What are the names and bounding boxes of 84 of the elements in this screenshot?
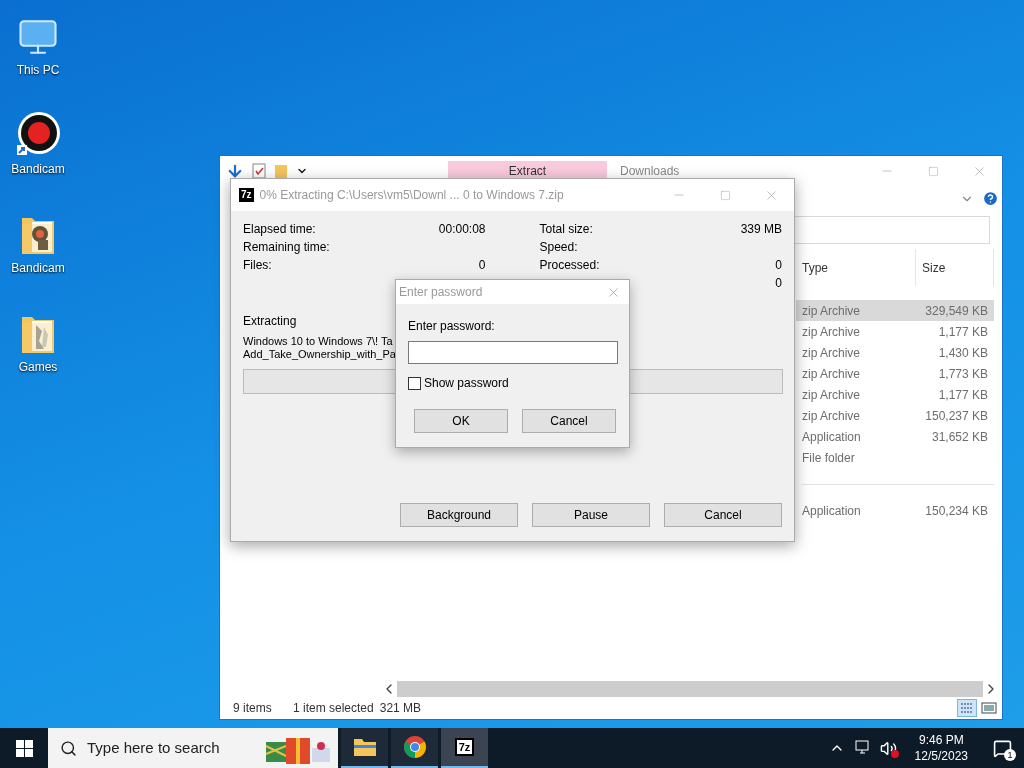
file-row[interactable]: Application 150,234 KB: [796, 500, 994, 521]
desktop-icon-label[interactable]: Bandicam: [11, 160, 65, 178]
network-icon[interactable]: [853, 740, 872, 756]
file-type: zip Archive: [801, 344, 862, 362]
file-row[interactable]: zip Archive 1,430 KB: [796, 342, 994, 363]
file-size: 329,549 KB: [924, 302, 988, 320]
file-type: Application: [801, 502, 862, 520]
selection-info: 1 item selected: [293, 700, 374, 717]
checkbox-label[interactable]: Show password: [424, 374, 509, 392]
file-size: 31,652 KB: [930, 428, 988, 446]
stat-value: 339 MB: [740, 221, 782, 238]
dialog-button[interactable]: OK: [414, 409, 508, 433]
password-field[interactable]: [408, 341, 618, 364]
file-size: 150,237 KB: [924, 407, 988, 425]
file-size: 1,177 KB: [937, 323, 988, 341]
archiver-icon: 7z: [454, 738, 475, 756]
file-row[interactable]: File folder: [796, 447, 994, 468]
file-size: 1,430 KB: [937, 344, 988, 362]
browser-icon: [402, 735, 427, 759]
stat-label: Elapsed time:: [243, 221, 316, 238]
taskbar-app[interactable]: 7z: [441, 728, 488, 768]
stat-value: 0: [775, 275, 782, 292]
windows-icon: [15, 739, 33, 757]
column-header[interactable]: Type: [802, 249, 916, 286]
record-icon: [15, 111, 61, 157]
taskbar-app[interactable]: [341, 728, 388, 768]
clock-date[interactable]: 12/5/2023: [914, 748, 968, 764]
file-row[interactable]: zip Archive 329,549 KB: [796, 300, 994, 321]
volume-icon[interactable]: [879, 739, 897, 757]
file-row[interactable]: zip Archive 1,177 KB: [796, 384, 994, 405]
dialog-button[interactable]: Pause: [532, 503, 650, 527]
stat-label: Files:: [243, 257, 272, 274]
notification-badge: 1: [1004, 749, 1016, 761]
help-icon[interactable]: [982, 190, 999, 207]
folder-icon: [352, 737, 377, 757]
file-size: 150,234 KB: [924, 502, 988, 520]
dialog-button[interactable]: Cancel: [664, 503, 782, 527]
dialog-button[interactable]: Cancel: [522, 409, 616, 433]
notification-icon[interactable]: [992, 738, 1012, 758]
stat-label: Remaining time:: [243, 239, 330, 256]
details-view-icon[interactable]: [957, 699, 977, 717]
stat-value: 00:00:08: [438, 221, 486, 238]
desktop-icon-label[interactable]: Games: [18, 358, 58, 376]
search-icon: [60, 739, 77, 757]
file-type: Application: [801, 428, 862, 446]
section-label: Extracting: [243, 313, 297, 330]
window-title: Downloads: [620, 163, 680, 180]
properties-icon[interactable]: [252, 163, 266, 179]
file-type: zip Archive: [801, 323, 862, 341]
file-row[interactable]: zip Archive 1,773 KB: [796, 363, 994, 384]
selection-size: 321 MB: [379, 700, 422, 717]
file-type: zip Archive: [801, 365, 862, 383]
dialog-button[interactable]: Background: [400, 503, 518, 527]
search-placeholder: Type here to search: [87, 737, 220, 758]
item-count: 9 items: [233, 700, 273, 717]
file-name: Windows 10 to Windows 7\! Ta: [243, 335, 393, 348]
stat-label: Processed:: [539, 257, 600, 274]
taskbar-app[interactable]: [391, 728, 438, 768]
stat-value: 0: [478, 257, 486, 274]
download-arrow-icon[interactable]: [226, 162, 244, 180]
file-size: 1,773 KB: [937, 365, 988, 383]
file-row[interactable]: zip Archive 150,237 KB: [796, 405, 994, 426]
file-type: zip Archive: [801, 302, 862, 320]
app-icon: 7z: [239, 188, 254, 202]
stat-label: Total size:: [539, 221, 593, 238]
file-type: zip Archive: [801, 386, 862, 404]
stat-value: 0: [775, 257, 782, 274]
file-type: zip Archive: [801, 407, 862, 425]
stat-label: Speed:: [539, 239, 578, 256]
file-row[interactable]: zip Archive 1,177 KB: [796, 321, 994, 342]
file-size: 1,177 KB: [937, 386, 988, 404]
checkbox[interactable]: [408, 376, 421, 390]
window-title: 0% Extracting C:\Users\vm5\Downl ... 0 to Windows 7.zip: [259, 187, 564, 204]
desktop-icon-label[interactable]: This PC: [16, 61, 60, 79]
desktop-icon-label[interactable]: Bandicam: [11, 259, 65, 277]
clock-time[interactable]: 9:46 PM: [918, 732, 964, 748]
search-box[interactable]: Type here to search: [48, 728, 338, 768]
column-header[interactable]: Size: [916, 249, 994, 286]
file-type: File folder: [801, 449, 856, 467]
file-row[interactable]: Application 31,652 KB: [796, 426, 994, 447]
dialog-title: Enter password: [399, 284, 483, 301]
file-name: Add_Take_Ownership_with_Pa: [243, 348, 396, 361]
thumbnails-view-icon[interactable]: [979, 699, 999, 717]
field-label: Enter password:: [408, 318, 496, 335]
